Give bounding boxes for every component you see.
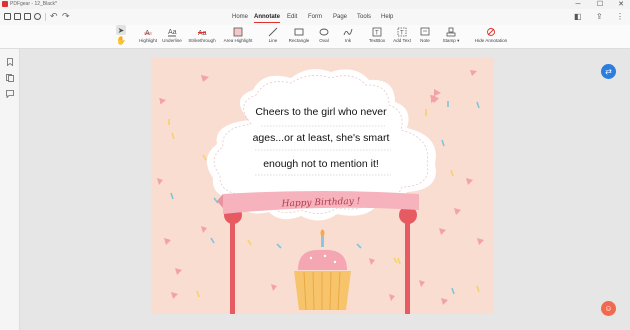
- highlight-icon: A: [140, 25, 156, 38]
- card-illustration: [157, 69, 484, 314]
- close-button[interactable]: ✕: [616, 0, 626, 9]
- title-bar: PDFgear - 12_Black* ─ ☐ ✕: [0, 0, 630, 9]
- tool-label: Rectangle: [288, 38, 310, 43]
- comments-icon[interactable]: [6, 90, 14, 98]
- tool-ink[interactable]: Ink: [340, 25, 356, 49]
- tool-oval[interactable]: Oval: [316, 25, 332, 49]
- select-cursor-icon[interactable]: ➤: [116, 25, 126, 35]
- tool-area-highlight[interactable]: Area Highlight: [220, 25, 256, 49]
- menu-annotate[interactable]: Annotate: [254, 12, 280, 23]
- card-line-1[interactable]: Cheers to the girl who never: [221, 106, 421, 118]
- menu-form[interactable]: Form: [308, 12, 322, 22]
- maximize-button[interactable]: ☐: [595, 0, 605, 9]
- menu-bar: ↶ ↷ Home Annotate Edit Form Page Tools H…: [0, 9, 630, 25]
- menu-edit[interactable]: Edit: [287, 12, 297, 22]
- bookmark-icon[interactable]: [6, 58, 14, 66]
- app-logo: [2, 1, 8, 7]
- save-as-icon[interactable]: [24, 13, 31, 20]
- settings-icon[interactable]: [34, 13, 41, 20]
- annotate-ribbon: ➤ ✋ A Highlight Aa Underline Aa Striketh…: [0, 25, 630, 49]
- tool-label: Ink: [344, 38, 352, 43]
- tool-stamp[interactable]: Stamp ▾: [439, 25, 463, 49]
- tool-label: Strikethrough: [188, 38, 216, 43]
- svg-text:T: T: [400, 30, 404, 36]
- menu-tools[interactable]: Tools: [357, 12, 371, 22]
- svg-text:T: T: [375, 30, 379, 36]
- oval-icon: [316, 25, 332, 38]
- rectangle-icon: [291, 25, 307, 38]
- menu-page[interactable]: Page: [333, 12, 347, 22]
- tool-highlight[interactable]: A Highlight: [137, 25, 159, 49]
- undo-icon[interactable]: ↶: [50, 11, 58, 22]
- stamp-icon: [443, 25, 459, 38]
- tool-strikethrough[interactable]: Aa Strikethrough: [186, 25, 218, 49]
- left-sidebar: [0, 49, 20, 330]
- minimize-button[interactable]: ─: [573, 0, 583, 9]
- save-icon[interactable]: [14, 13, 21, 20]
- share-icon[interactable]: ⇪: [596, 12, 603, 22]
- thumbnails-icon[interactable]: [6, 74, 14, 82]
- tool-label: Area Highlight: [223, 38, 253, 43]
- tool-label: TextBox: [368, 38, 386, 43]
- cursor-tools: ➤ ✋: [116, 25, 128, 45]
- strikethrough-icon: Aa: [194, 25, 210, 38]
- tool-label: Highlight: [139, 38, 157, 43]
- svg-text:A: A: [145, 30, 150, 37]
- window-title: PDFgear - 12_Black*: [10, 1, 57, 7]
- more-icon[interactable]: ⋮: [616, 12, 624, 22]
- panel-toggle-icon[interactable]: ◧: [574, 12, 582, 22]
- menu-help[interactable]: Help: [381, 12, 393, 22]
- cupcake: [294, 229, 351, 311]
- textbox-icon: T: [369, 25, 385, 38]
- svg-text:Aa: Aa: [168, 29, 177, 36]
- tool-hide-annotation[interactable]: Hide Annotation: [471, 25, 511, 49]
- tool-label: Add Text: [393, 38, 411, 43]
- hand-tool-icon[interactable]: ✋: [116, 35, 126, 45]
- tool-textbox[interactable]: T TextBox: [366, 25, 388, 49]
- tool-rectangle[interactable]: Rectangle: [286, 25, 312, 49]
- svg-text:Aa: Aa: [198, 30, 207, 37]
- ai-assistant-button[interactable]: ☺: [601, 301, 616, 316]
- tool-label: Stamp ▾: [442, 38, 460, 43]
- card-line-2[interactable]: ages...or at least, she's smart: [221, 132, 421, 144]
- redo-icon[interactable]: ↷: [62, 11, 70, 22]
- tool-underline[interactable]: Aa Underline: [160, 25, 184, 49]
- tool-label: Oval: [319, 38, 329, 43]
- tool-label: Note: [420, 38, 430, 43]
- line-icon: [265, 25, 281, 38]
- tool-note[interactable]: Note: [417, 25, 433, 49]
- tool-label: Underline: [162, 38, 182, 43]
- underline-icon: Aa: [164, 25, 180, 38]
- area-highlight-icon: [230, 25, 246, 38]
- document-page[interactable]: Cheers to the girl who never ages...or a…: [151, 58, 494, 314]
- tool-label: Hide Annotation: [474, 38, 508, 43]
- card-line-3[interactable]: enough not to mention it!: [221, 158, 421, 170]
- tool-label: Line: [268, 38, 278, 43]
- ink-icon: [340, 25, 356, 38]
- tool-line[interactable]: Line: [265, 25, 281, 49]
- menu-home[interactable]: Home: [232, 12, 248, 22]
- note-icon: [417, 25, 433, 38]
- open-folder-icon[interactable]: [4, 13, 11, 20]
- divider: [45, 13, 46, 21]
- tool-add-text[interactable]: T Add Text: [391, 25, 413, 49]
- translate-button[interactable]: ⇄: [601, 64, 616, 79]
- add-text-icon: T: [394, 25, 410, 38]
- hide-annotation-icon: [483, 25, 499, 38]
